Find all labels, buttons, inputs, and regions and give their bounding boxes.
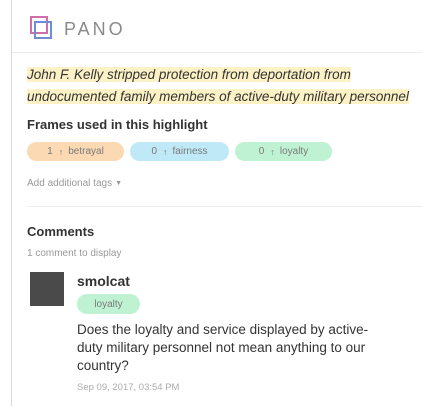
- frame-tag-label: loyalty: [279, 146, 309, 157]
- frame-tag-count: 0: [151, 146, 158, 157]
- comment-timestamp: Sep 09, 2017, 03:54 PM: [77, 382, 180, 393]
- caret-down-icon: ▼: [115, 180, 123, 187]
- frame-tag-count: 1: [47, 146, 53, 157]
- frame-tag-label: fairness: [172, 146, 208, 157]
- frame-tags: 1 ↑ betrayal 0 ↑ fairness 0 ↑ loyalty: [27, 142, 332, 161]
- frame-tag-fairness[interactable]: 0 ↑ fairness: [130, 142, 229, 161]
- pano-logo-icon[interactable]: [28, 16, 54, 42]
- add-tags-label: Add additional tags: [27, 178, 113, 189]
- comment-text: Does the loyalty and service displayed b…: [77, 322, 369, 373]
- section-divider: [27, 206, 422, 207]
- frame-tag-count: 0: [258, 146, 265, 157]
- brand-name[interactable]: PANO: [64, 19, 126, 40]
- comment-tag-loyalty[interactable]: loyalty: [77, 294, 140, 314]
- frame-tag-label: betrayal: [68, 146, 104, 157]
- left-border: [11, 0, 12, 406]
- avatar[interactable]: [30, 272, 64, 306]
- comments-title: Comments: [27, 224, 95, 239]
- frames-title: Frames used in this highlight: [27, 117, 208, 132]
- comment-count: 1 comment to display: [27, 248, 122, 259]
- frame-tag-betrayal[interactable]: 1 ↑ betrayal: [27, 142, 124, 161]
- upvote-arrow-icon[interactable]: ↑: [59, 147, 64, 157]
- header: PANO: [28, 16, 126, 42]
- highlighted-text: John F. Kelly stripped protection from d…: [27, 67, 409, 104]
- header-divider: [12, 52, 422, 53]
- upvote-arrow-icon[interactable]: ↑: [163, 147, 168, 157]
- add-tags-dropdown[interactable]: Add additional tags ▼: [27, 178, 122, 189]
- comment-username[interactable]: smolcat: [77, 273, 130, 289]
- frame-tag-loyalty[interactable]: 0 ↑ loyalty: [235, 142, 332, 161]
- upvote-arrow-icon[interactable]: ↑: [270, 147, 275, 157]
